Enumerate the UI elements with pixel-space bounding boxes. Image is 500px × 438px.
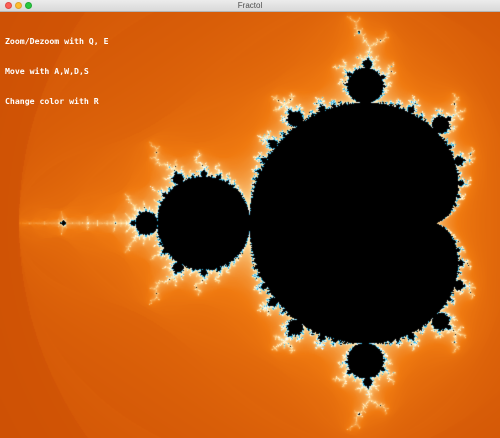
- instruction-zoom: Zoom/Dezoom with Q, E: [5, 36, 109, 46]
- fractal-viewport[interactable]: Zoom/Dezoom with Q, E Move with A,W,D,S …: [0, 12, 500, 438]
- title-bar[interactable]: Fractol: [0, 0, 500, 12]
- window-title: Fractol: [237, 1, 263, 10]
- instruction-color: Change color with R: [5, 96, 99, 106]
- fractol-window: Fractol Zoom/Dezoom with Q, E Move with …: [0, 0, 500, 438]
- instruction-move: Move with A,W,D,S: [5, 66, 89, 76]
- instructions-overlay: Zoom/Dezoom with Q, E Move with A,W,D,S …: [5, 16, 109, 126]
